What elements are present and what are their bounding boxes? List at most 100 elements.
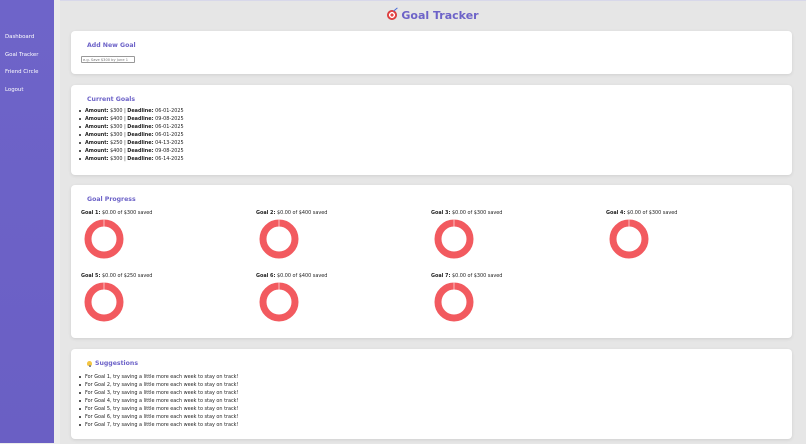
goal-donut-chart (434, 282, 474, 322)
goal-input[interactable] (81, 56, 135, 63)
goal-progress-item: Goal 1: $0.00 of $300 saved (81, 210, 251, 270)
suggestion-item: For Goal 3, try saving a little more eac… (79, 389, 238, 397)
current-goals-card: Current Goals Amount: $300 | Deadline: 0… (71, 85, 792, 175)
goal-donut-chart (609, 219, 649, 259)
goal-amount: $250 (110, 140, 123, 146)
goal-deadline: 09-08-2025 (155, 148, 184, 154)
goal-progress-label: Goal 2: $0.00 of $400 saved (256, 210, 327, 216)
suggestion-item: For Goal 1, try saving a little more eac… (79, 373, 238, 381)
goal-list-item: Amount: $300 | Deadline: 06-01-2025 (79, 107, 184, 115)
amount-label: Amount: (85, 108, 109, 114)
goal-progress-label: Goal 4: $0.00 of $300 saved (606, 210, 677, 216)
deadline-label: Deadline: (127, 124, 154, 130)
goal-deadline: 09-08-2025 (155, 116, 184, 122)
goal-list-item: Amount: $300 | Deadline: 06-01-2025 (79, 131, 184, 139)
goal-number: Goal 5: (81, 273, 101, 279)
goal-number: Goal 1: (81, 210, 101, 216)
add-goal-card: Add New Goal (71, 31, 792, 74)
donut-remaining-segment (84, 282, 124, 322)
goal-saved-text: $0.00 of $300 saved (626, 210, 678, 216)
target-icon (387, 10, 398, 20)
lightbulb-icon (87, 360, 92, 367)
goal-saved-text: $0.00 of $300 saved (101, 210, 153, 216)
goal-amount: $300 (110, 156, 123, 162)
suggestion-item: For Goal 4, try saving a little more eac… (79, 397, 238, 405)
goal-deadline: 06-01-2025 (155, 124, 184, 130)
page-header: Goal Tracker (60, 5, 806, 23)
amount-label: Amount: (85, 140, 109, 146)
goal-number: Goal 2: (256, 210, 276, 216)
goal-amount: $400 (110, 148, 123, 154)
goal-number: Goal 6: (256, 273, 276, 279)
goal-progress-item: Goal 3: $0.00 of $300 saved (431, 210, 601, 270)
goal-deadline: 06-01-2025 (155, 108, 184, 114)
deadline-label: Deadline: (127, 148, 154, 154)
current-goals-title: Current Goals (87, 96, 136, 103)
donut-remaining-segment (434, 219, 474, 259)
goal-number: Goal 4: (606, 210, 626, 216)
suggestions-card: Suggestions For Goal 1, try saving a lit… (71, 349, 792, 439)
suggestion-item: For Goal 5, try saving a little more eac… (79, 405, 238, 413)
goal-list-item: Amount: $300 | Deadline: 06-14-2025 (79, 155, 184, 163)
goal-saved-text: $0.00 of $400 saved (276, 210, 328, 216)
goal-progress-label: Goal 3: $0.00 of $300 saved (431, 210, 502, 216)
donut-remaining-segment (609, 219, 649, 259)
goal-number: Goal 3: (431, 210, 451, 216)
suggestion-item: For Goal 6, try saving a little more eac… (79, 413, 238, 421)
goal-progress-label: Goal 7: $0.00 of $300 saved (431, 273, 502, 279)
goal-progress-title: Goal Progress (87, 196, 136, 203)
main-content: Goal Tracker Add New Goal Current Goals … (60, 0, 806, 444)
goal-progress-label: Goal 6: $0.00 of $400 saved (256, 273, 327, 279)
goal-list-item: Amount: $400 | Deadline: 09-08-2025 (79, 115, 184, 123)
sidebar-item-friend-circle[interactable]: Friend Circle (5, 69, 38, 75)
donut-remaining-segment (259, 282, 299, 322)
deadline-label: Deadline: (127, 156, 154, 162)
goal-deadline: 06-14-2025 (155, 156, 184, 162)
page-title: Goal Tracker (401, 8, 479, 22)
goal-progress-item: Goal 4: $0.00 of $300 saved (606, 210, 776, 270)
amount-label: Amount: (85, 124, 109, 130)
goal-donut-chart (259, 219, 299, 259)
deadline-label: Deadline: (127, 132, 154, 138)
goal-amount: $300 (110, 124, 123, 130)
donut-remaining-segment (84, 219, 124, 259)
goal-amount: $400 (110, 116, 123, 122)
deadline-label: Deadline: (127, 108, 154, 114)
goal-donut-chart (84, 282, 124, 322)
suggestion-item: For Goal 2, try saving a little more eac… (79, 381, 238, 389)
goal-amount: $300 (110, 132, 123, 138)
amount-label: Amount: (85, 116, 109, 122)
amount-label: Amount: (85, 132, 109, 138)
sidebar-item-logout[interactable]: Logout (5, 87, 23, 93)
goal-progress-card: Goal Progress Goal 1: $0.00 of $300 save… (71, 185, 792, 338)
goal-saved-text: $0.00 of $250 saved (101, 273, 153, 279)
amount-label: Amount: (85, 156, 109, 162)
suggestions-header: Suggestions (87, 360, 138, 367)
sidebar-item-goal-tracker[interactable]: Goal Tracker (5, 52, 38, 58)
add-goal-title: Add New Goal (87, 42, 136, 49)
amount-label: Amount: (85, 148, 109, 154)
goal-progress-item: Goal 5: $0.00 of $250 saved (81, 273, 251, 333)
goal-list: Amount: $300 | Deadline: 06-01-2025 Amoun… (79, 107, 184, 163)
goal-donut-chart (434, 219, 474, 259)
goal-progress-item: Goal 7: $0.00 of $300 saved (431, 273, 601, 333)
goal-amount: $300 (110, 108, 123, 114)
goal-progress-label: Goal 5: $0.00 of $250 saved (81, 273, 152, 279)
donut-remaining-segment (434, 282, 474, 322)
suggestions-title: Suggestions (95, 360, 139, 367)
sidebar-item-dashboard[interactable]: Dashboard (5, 34, 34, 40)
goal-deadline: 04-13-2025 (155, 140, 184, 146)
goal-progress-item: Goal 6: $0.00 of $400 saved (256, 273, 426, 333)
goal-donut-chart (84, 219, 124, 259)
goal-list-item: Amount: $300 | Deadline: 06-01-2025 (79, 123, 184, 131)
deadline-label: Deadline: (127, 116, 154, 122)
goal-saved-text: $0.00 of $300 saved (451, 273, 503, 279)
goal-progress-item: Goal 2: $0.00 of $400 saved (256, 210, 426, 270)
goal-saved-text: $0.00 of $400 saved (276, 273, 328, 279)
goal-list-item: Amount: $250 | Deadline: 04-13-2025 (79, 139, 184, 147)
goal-donut-chart (259, 282, 299, 322)
goal-progress-label: Goal 1: $0.00 of $300 saved (81, 210, 152, 216)
sidebar: Dashboard Goal Tracker Friend Circle Log… (0, 0, 54, 443)
goal-deadline: 06-01-2025 (155, 132, 184, 138)
donut-remaining-segment (259, 219, 299, 259)
